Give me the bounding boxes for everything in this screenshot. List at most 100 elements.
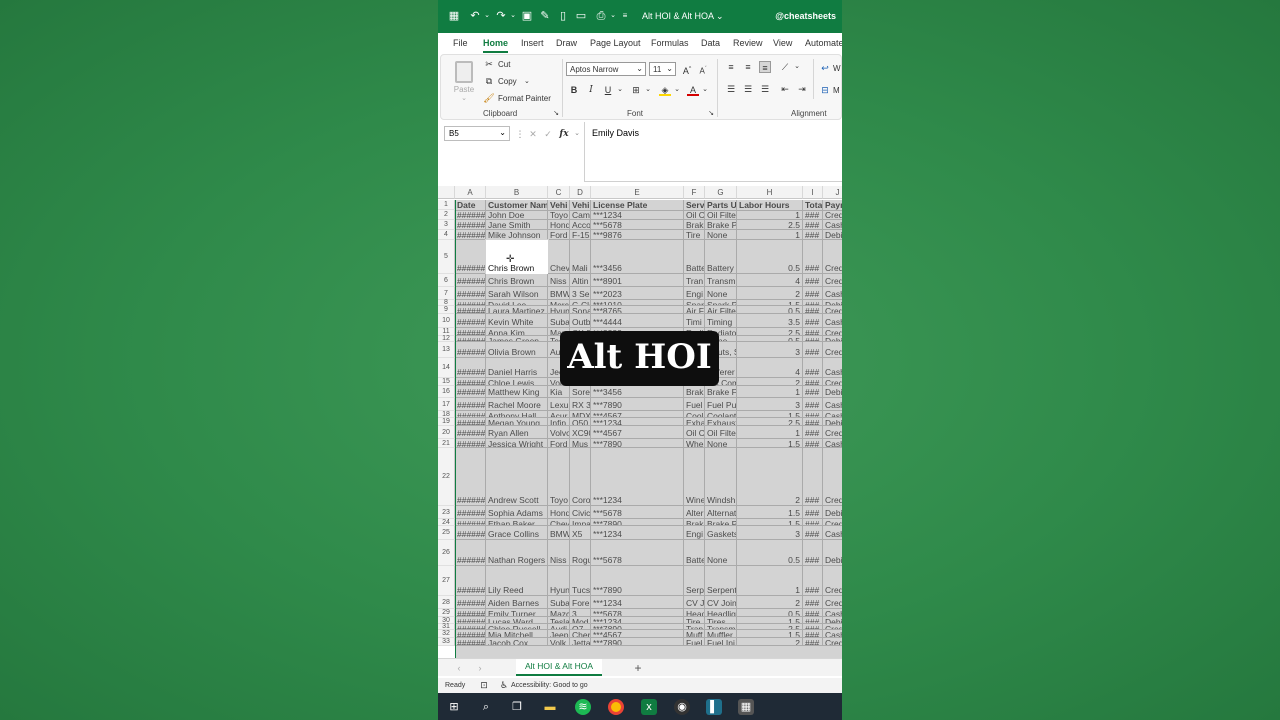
table-cell[interactable]: ***3456: [591, 240, 684, 274]
table-cell[interactable]: ######: [455, 448, 486, 506]
table-cell[interactable]: Outb: [570, 314, 591, 328]
table-cell[interactable]: Timi: [684, 314, 705, 328]
table-cell[interactable]: ######: [455, 439, 486, 448]
table-cell[interactable]: ***9876: [591, 230, 684, 240]
column-header-c[interactable]: C: [548, 186, 570, 199]
table-cell[interactable]: ######: [455, 418, 486, 426]
table-cell[interactable]: None: [705, 540, 737, 566]
table-cell[interactable]: ***4567: [591, 630, 684, 638]
table-cell[interactable]: Brak: [684, 386, 705, 398]
row-header[interactable]: 6: [438, 274, 455, 287]
underline-button[interactable]: U: [602, 84, 614, 96]
table-cell[interactable]: Chris Brown: [486, 274, 548, 287]
table-cell[interactable]: Impa: [570, 519, 591, 526]
table-cell[interactable]: RX 3: [570, 398, 591, 411]
table-cell[interactable]: ###: [803, 398, 823, 411]
table-cell[interactable]: Cred: [823, 378, 842, 386]
table-cell[interactable]: Mia Mitchell: [486, 630, 548, 638]
row-header[interactable]: 22: [438, 448, 455, 506]
table-cell[interactable]: Cred: [823, 519, 842, 526]
table-cell[interactable]: Niss: [548, 274, 570, 287]
table-cell[interactable]: Jetta: [570, 638, 591, 646]
table-cell[interactable]: ###: [803, 448, 823, 506]
table-cell[interactable]: 2: [737, 596, 803, 609]
column-header-g[interactable]: G: [705, 186, 737, 199]
column-header-e[interactable]: E: [591, 186, 684, 199]
tab-file[interactable]: File: [453, 38, 468, 48]
table-cell[interactable]: ***1234: [591, 617, 684, 624]
table-cell[interactable]: Chev: [548, 519, 570, 526]
table-cell[interactable]: Wine: [684, 448, 705, 506]
table-cell[interactable]: Cred: [823, 306, 842, 314]
align-center-icon[interactable]: ☰: [742, 83, 754, 95]
table-cell[interactable]: Cred: [823, 426, 842, 439]
table-cell[interactable]: XC90: [570, 426, 591, 439]
table-cell[interactable]: ######: [455, 274, 486, 287]
table-cell[interactable]: Civic: [570, 506, 591, 519]
orientation-dropdown-icon[interactable]: ⌄: [791, 61, 803, 73]
bold-button[interactable]: B: [568, 84, 580, 96]
edit-icon[interactable]: ✎: [538, 9, 552, 23]
redo-dropdown-icon[interactable]: ⌄: [506, 9, 520, 23]
table-cell[interactable]: Gaskets: [705, 526, 737, 540]
table-cell[interactable]: ######: [455, 506, 486, 519]
table-cell[interactable]: Tran: [684, 274, 705, 287]
table-cell[interactable]: Nathan Rogers: [486, 540, 548, 566]
table-cell[interactable]: ###: [803, 638, 823, 646]
table-cell[interactable]: Niss: [548, 540, 570, 566]
table-cell[interactable]: Muff: [684, 630, 705, 638]
tab-view[interactable]: View: [773, 38, 792, 48]
table-cell[interactable]: Suba: [548, 314, 570, 328]
table-cell[interactable]: ***7890: [591, 398, 684, 411]
table-cell[interactable]: ######: [455, 596, 486, 609]
table-cell[interactable]: ######: [455, 314, 486, 328]
table-cell[interactable]: ###: [803, 526, 823, 540]
table-cell[interactable]: Olivia Brown: [486, 342, 548, 358]
table-cell[interactable]: Mus: [570, 439, 591, 448]
table-cell[interactable]: 4: [737, 274, 803, 287]
table-cell[interactable]: Tire: [684, 230, 705, 240]
tab-formulas[interactable]: Formulas: [651, 38, 689, 48]
table-cell[interactable]: ###: [803, 358, 823, 378]
table-cell[interactable]: 2: [737, 448, 803, 506]
table-cell[interactable]: 1.5: [737, 519, 803, 526]
table-cell[interactable]: Cred: [823, 240, 842, 274]
app-icon[interactable]: ▌: [706, 699, 722, 715]
align-bottom-icon[interactable]: ≡: [759, 61, 771, 73]
table-cell[interactable]: Anna Kim: [486, 328, 548, 336]
table-cell[interactable]: Lexu: [548, 398, 570, 411]
table-cell[interactable]: ######: [455, 426, 486, 439]
table-cell[interactable]: Matthew King: [486, 386, 548, 398]
table-cell[interactable]: Cash: [823, 358, 842, 378]
table-cell[interactable]: Laura Martinez: [486, 306, 548, 314]
underline-dropdown-icon[interactable]: ⌄: [614, 84, 626, 96]
row-header[interactable]: 20: [438, 426, 455, 439]
table-cell[interactable]: Chev: [548, 240, 570, 274]
table-cell[interactable]: Transm: [705, 274, 737, 287]
table-cell[interactable]: John Doe: [486, 210, 548, 220]
tab-page-layout[interactable]: Page Layout: [590, 38, 641, 48]
macro-record-icon[interactable]: ⊡: [478, 679, 490, 691]
column-header-d[interactable]: D: [570, 186, 591, 199]
table-cell[interactable]: Debi: [823, 230, 842, 240]
table-cell[interactable]: Cash: [823, 630, 842, 638]
row-header[interactable]: 9: [438, 306, 455, 314]
table-cell[interactable]: Head: [684, 609, 705, 617]
table-cell[interactable]: Cash: [823, 287, 842, 300]
table-cell[interactable]: Mod: [570, 617, 591, 624]
calculator-icon[interactable]: ▦: [738, 699, 754, 715]
table-cell[interactable]: Fuel Inj: [705, 638, 737, 646]
table-cell[interactable]: 2.5: [737, 328, 803, 336]
table-cell[interactable]: Hond: [548, 220, 570, 230]
table-cell[interactable]: Acur: [548, 411, 570, 418]
table-cell[interactable]: Batte: [684, 540, 705, 566]
wrap-text-button[interactable]: W: [833, 64, 841, 73]
row-header[interactable]: 26: [438, 540, 455, 566]
table-cell[interactable]: ######: [455, 287, 486, 300]
table-cell[interactable]: 1: [737, 230, 803, 240]
table-cell[interactable]: Debi: [823, 418, 842, 426]
table-cell[interactable]: Chloe Lewis: [486, 378, 548, 386]
borders-icon[interactable]: ⊞: [630, 84, 642, 96]
table-cell[interactable]: Brak: [684, 519, 705, 526]
table-cell[interactable]: Coro: [570, 448, 591, 506]
